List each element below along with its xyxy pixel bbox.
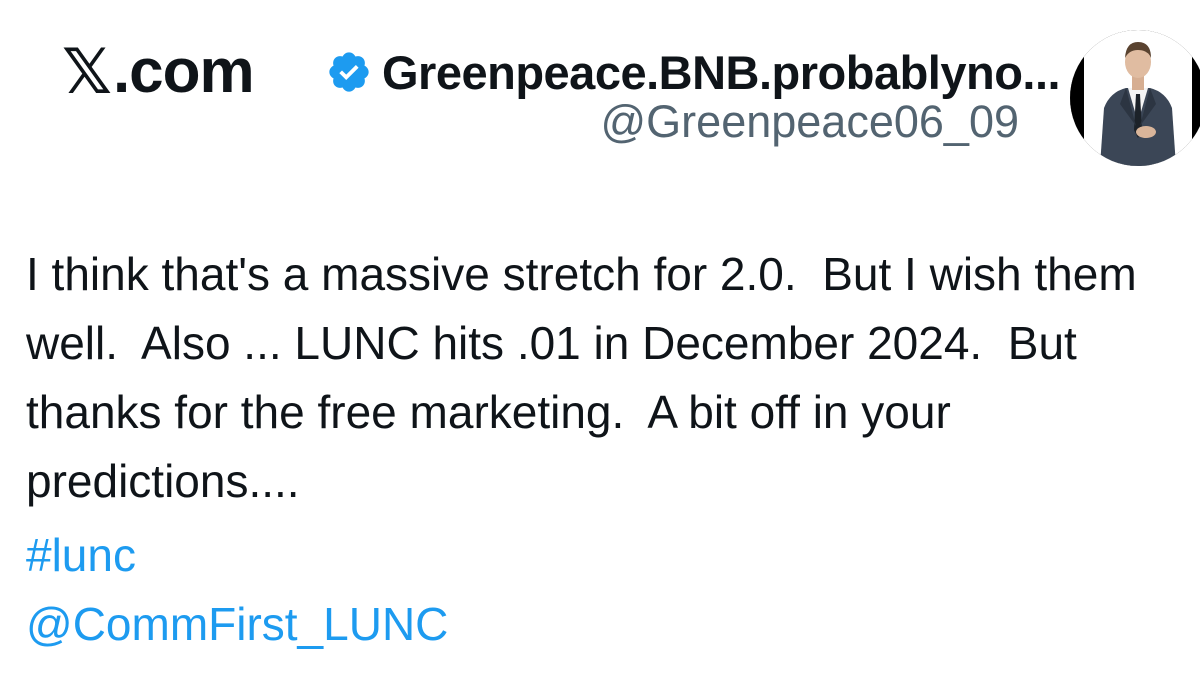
author-name-row[interactable]: Greenpeace.BNB.probablyno... (326, 40, 1066, 104)
author-display-name[interactable]: Greenpeace.BNB.probablyno... (382, 45, 1062, 100)
x-logo-icon: 𝕏 (62, 34, 112, 108)
mention-link[interactable]: @CommFirst_LUNC (26, 597, 448, 651)
site-logo: 𝕏 .com (62, 34, 255, 108)
tweet-text: I think that's a massive stretch for 2.0… (26, 248, 1150, 507)
avatar[interactable] (1070, 30, 1200, 166)
verified-badge-icon (329, 52, 369, 92)
hashtag-link[interactable]: #lunc (26, 528, 136, 582)
author-block: Greenpeace.BNB.probablyno... (326, 40, 1066, 104)
site-domain: .com (112, 36, 255, 106)
author-handle[interactable]: @Greenpeace06_09 (601, 96, 1020, 148)
profile-photo-man-in-suit-icon (1070, 30, 1200, 166)
